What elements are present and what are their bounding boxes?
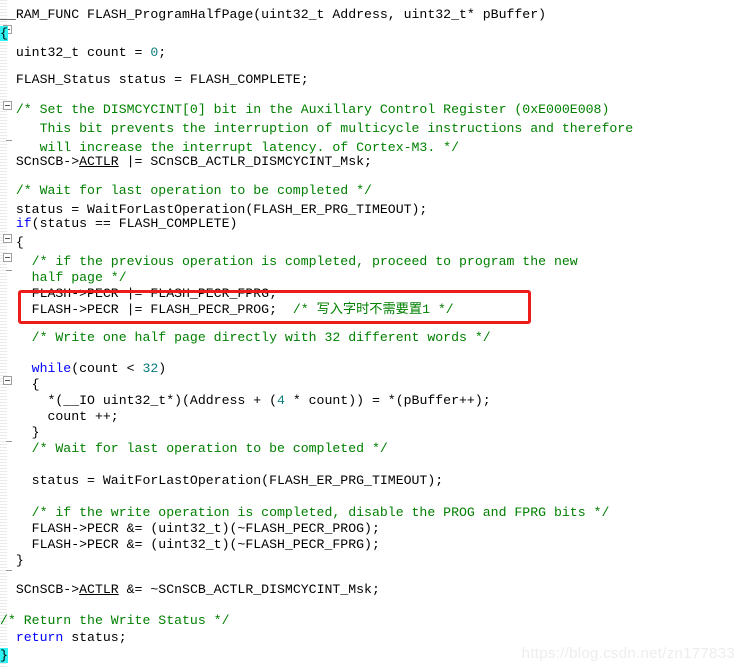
code-token-plain: }	[0, 425, 40, 440]
code-token-plain: SCnSCB->	[0, 154, 80, 169]
code-token-kw: if	[15, 216, 32, 231]
code-token-plain: {	[0, 377, 40, 392]
code-token-cjk: 写入字时不需要置	[316, 302, 423, 317]
code-line[interactable]: __RAM_FUNC FLASH_ProgramHalfPage(uint32_…	[0, 5, 546, 24]
code-token-cmt: /* if the write operation is completed, …	[0, 505, 610, 520]
code-token-cmt: /*	[292, 302, 317, 317]
code-line[interactable]: /* Wait for last operation to be complet…	[0, 181, 372, 200]
code-line[interactable]: This bit prevents the interruption of mu…	[0, 119, 634, 138]
code-token-plain: (count <	[71, 361, 143, 376]
code-token-cmt: /* Write one half page directly with 32 …	[0, 330, 491, 345]
code-token-cmt: This bit prevents the interruption of mu…	[0, 121, 634, 136]
code-token-plain: FLASH_Status status = FLASH_COMPLETE;	[0, 72, 309, 87]
code-token-plain: FLASH->PECR |= FLASH_PECR_FPRG;	[0, 286, 277, 301]
code-token-und: ACTLR	[79, 154, 119, 169]
code-line[interactable]: SCnSCB->ACTLR |= SCnSCB_ACTLR_DISMCYCINT…	[0, 152, 372, 171]
code-line[interactable]: {	[0, 24, 8, 43]
code-line[interactable]: status = WaitForLastOperation(FLASH_ER_P…	[0, 471, 444, 490]
code-token-cmt: 1 */	[422, 302, 454, 317]
code-token-cmt: half page */	[0, 270, 127, 285]
code-token-plain: status = WaitForLastOperation(FLASH_ER_P…	[0, 473, 444, 488]
code-line[interactable]: }	[0, 551, 24, 570]
code-token-plain: FLASH->PECR &= (uint32_t)(~FLASH_PECR_PR…	[0, 521, 380, 536]
code-token-plain: * count)) = *(pBuffer++);	[284, 393, 491, 408]
code-token-plain: SCnSCB->	[0, 582, 80, 597]
code-line[interactable]: FLASH->PECR &= (uint32_t)(~FLASH_PECR_FP…	[0, 535, 380, 554]
code-token-kw: return	[15, 630, 64, 645]
code-token-plain: &= ~SCnSCB_ACTLR_DISMCYCINT_Msk;	[118, 582, 380, 597]
code-token-plain: |= SCnSCB_ACTLR_DISMCYCINT_Msk;	[118, 154, 372, 169]
code-token-brace-hl: {	[0, 26, 8, 41]
code-line[interactable]: SCnSCB->ACTLR &= ~SCnSCB_ACTLR_DISMCYCIN…	[0, 580, 380, 599]
code-line[interactable]: if(status == FLASH_COMPLETE)	[0, 214, 238, 233]
code-token-cmt: /* Set the DISMCYCINT[0] bit in the Auxi…	[0, 102, 610, 117]
code-token-cmt: /* Wait for last operation to be complet…	[0, 441, 388, 456]
code-token-plain: }	[0, 553, 24, 568]
code-token-cmt: /* Return the Write Status */	[0, 613, 230, 628]
code-line[interactable]: {	[0, 233, 24, 252]
code-token-plain: (status == FLASH_COMPLETE)	[31, 216, 238, 231]
code-token-cmt: /* if the previous operation is complete…	[0, 254, 578, 269]
code-text-layer[interactable]: */ __RAM_FUNC FLASH_ProgramHalfPage(uint…	[0, 0, 743, 668]
code-token-plain: count ++;	[0, 409, 119, 424]
code-token-plain: FLASH->PECR &= (uint32_t)(~FLASH_PECR_FP…	[0, 537, 380, 552]
code-token-brace-hl: }	[0, 648, 8, 663]
code-token-plain: *(__IO uint32_t*)(Address + (	[0, 393, 277, 408]
csdn-watermark: https://blog.csdn.net/zn177833	[521, 645, 735, 662]
code-line[interactable]: /* Set the DISMCYCINT[0] bit in the Auxi…	[0, 100, 610, 119]
code-token-plain: ;	[158, 45, 167, 60]
code-token-plain: status;	[63, 630, 127, 645]
code-line[interactable]: /* Write one half page directly with 32 …	[0, 328, 491, 347]
code-token-plain: uint32_t count =	[0, 45, 151, 60]
code-line[interactable]: FLASH->PECR |= FLASH_PECR_PROG; /* 写入字时不…	[0, 300, 454, 319]
code-token-num: 32	[142, 361, 159, 376]
code-token-plain: {	[0, 235, 24, 250]
code-line[interactable]: FLASH_Status status = FLASH_COMPLETE;	[0, 70, 309, 89]
code-line[interactable]: /* Wait for last operation to be complet…	[0, 439, 388, 458]
code-line[interactable]: uint32_t count = 0;	[0, 43, 166, 62]
code-editor[interactable]: */ __RAM_FUNC FLASH_ProgramHalfPage(uint…	[0, 0, 743, 668]
code-line[interactable]: return status;	[0, 628, 127, 647]
code-token-kw: while	[31, 361, 72, 376]
code-line[interactable]: }	[0, 646, 8, 665]
code-token-und: ACTLR	[79, 582, 119, 597]
code-token-plain: )	[158, 361, 167, 376]
code-token-cmt: /* Wait for last operation to be complet…	[0, 183, 372, 198]
code-token-plain: FLASH->PECR |= FLASH_PECR_PROG;	[0, 302, 293, 317]
code-token-num: 4	[276, 393, 285, 408]
code-token-plain: __RAM_FUNC FLASH_ProgramHalfPage(uint32_…	[0, 7, 547, 22]
